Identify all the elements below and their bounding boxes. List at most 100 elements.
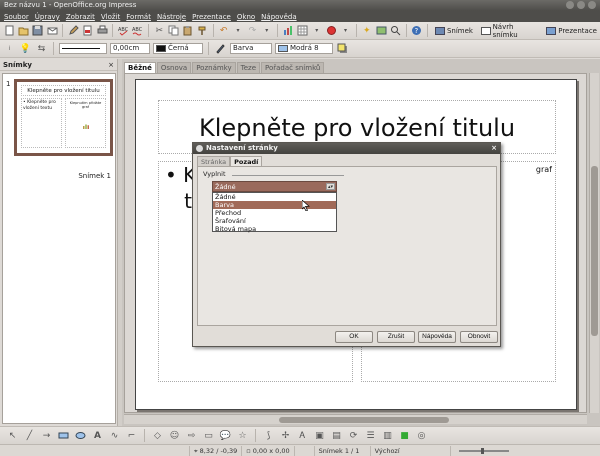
undo-dropdown-icon[interactable]: ▾ xyxy=(232,24,244,37)
undo-icon[interactable]: ↶ xyxy=(217,24,229,37)
tab-background[interactable]: Pozadí xyxy=(230,156,263,166)
reset-button[interactable]: Obnovit xyxy=(460,331,498,343)
menu-napoveda[interactable]: Nápověda xyxy=(261,13,296,21)
chart-icon[interactable] xyxy=(282,24,294,37)
shadow-icon[interactable] xyxy=(336,42,349,55)
email-icon[interactable] xyxy=(46,24,58,37)
horizontal-scroll-thumb[interactable] xyxy=(279,417,449,423)
points-icon[interactable]: ⟆ xyxy=(262,429,275,442)
open-icon[interactable] xyxy=(17,24,29,37)
table-icon[interactable] xyxy=(296,24,308,37)
zoom-icon[interactable] xyxy=(389,24,401,37)
navigator-icon[interactable]: ✦ xyxy=(361,24,373,37)
help-icon[interactable]: ? xyxy=(411,24,423,37)
menu-format[interactable]: Formát xyxy=(126,13,151,21)
clone-format-icon[interactable] xyxy=(196,24,208,37)
basic-shapes-icon[interactable]: ◇ xyxy=(151,429,164,442)
maximize-icon[interactable] xyxy=(577,1,585,9)
flowchart-icon[interactable]: ▭ xyxy=(202,429,215,442)
tab-normal[interactable]: Běžné xyxy=(124,62,156,73)
connector-icon[interactable]: ⌐ xyxy=(125,429,138,442)
slides-pane-close-icon[interactable]: × xyxy=(108,59,114,71)
text-icon[interactable]: A xyxy=(91,429,104,442)
line-arrow-icon[interactable]: → xyxy=(40,429,53,442)
gallery-icon[interactable] xyxy=(375,24,387,37)
align-icon[interactable]: ☰ xyxy=(364,429,377,442)
tab-handout[interactable]: Teze xyxy=(236,62,260,73)
save-icon[interactable] xyxy=(32,24,44,37)
redo-icon[interactable]: ↷ xyxy=(246,24,258,37)
draw-dropdown-icon[interactable]: ▾ xyxy=(339,24,351,37)
menu-zobrazit[interactable]: Zobrazit xyxy=(66,13,95,21)
close-window-icon[interactable] xyxy=(588,1,596,9)
ellipse-icon[interactable] xyxy=(74,429,87,442)
option-none[interactable]: Žádné xyxy=(213,193,336,201)
print-icon[interactable] xyxy=(96,24,108,37)
extrusion-icon[interactable]: ■ xyxy=(398,429,411,442)
menu-vlozit[interactable]: Vložit xyxy=(101,13,120,21)
tab-notes[interactable]: Poznámky xyxy=(192,62,236,73)
menu-prezentace[interactable]: Prezentace xyxy=(192,13,231,21)
horizontal-scrollbar[interactable] xyxy=(124,414,587,424)
slideshow-button[interactable]: Prezentace xyxy=(543,24,600,38)
line-style-select[interactable] xyxy=(59,43,107,54)
zoom-slider-track[interactable] xyxy=(458,447,509,454)
table-dropdown-icon[interactable]: ▾ xyxy=(311,24,323,37)
menu-okno[interactable]: Okno xyxy=(237,13,255,21)
tab-outline[interactable]: Osnova xyxy=(156,62,192,73)
menu-upravy[interactable]: Úpravy xyxy=(35,13,60,21)
spellcheck-icon[interactable]: ABC xyxy=(117,24,129,37)
slide-button[interactable]: Snímek xyxy=(432,24,476,38)
ok-button[interactable]: OK xyxy=(335,331,373,343)
glue-points-icon[interactable]: ✢ xyxy=(279,429,292,442)
animation-icon[interactable]: ◎ xyxy=(415,429,428,442)
slide-thumbnail[interactable]: Klepněte pro vložení titulu • Klepněte p… xyxy=(14,79,113,156)
fill-type-select[interactable]: Žádné ▴▾ xyxy=(212,181,337,192)
menu-soubor[interactable]: Soubor xyxy=(4,13,29,21)
autospell-icon[interactable]: ABC xyxy=(132,24,144,37)
paste-icon[interactable] xyxy=(182,24,194,37)
bulb-icon[interactable]: 💡 xyxy=(19,42,32,55)
vertical-scrollbar[interactable] xyxy=(589,73,599,413)
curve-icon[interactable]: ∿ xyxy=(108,429,121,442)
minimize-icon[interactable] xyxy=(566,1,574,9)
chevron-down-icon[interactable]: ▴▾ xyxy=(326,183,335,190)
help-button[interactable]: Nápověda xyxy=(418,331,456,343)
pdf-export-icon[interactable] xyxy=(82,24,94,37)
cut-icon[interactable]: ✂ xyxy=(153,24,165,37)
area-color-select[interactable]: Modrá 8 xyxy=(275,43,333,54)
arrange-icon[interactable]: ▥ xyxy=(381,429,394,442)
stars-icon[interactable]: ☆ xyxy=(236,429,249,442)
line-icon[interactable]: ╱ xyxy=(23,429,36,442)
line-color-select[interactable]: Černá xyxy=(153,43,203,54)
gallery-draw-icon[interactable]: ▤ xyxy=(330,429,343,442)
copy-icon[interactable] xyxy=(167,24,179,37)
option-color[interactable]: Barva xyxy=(213,201,336,209)
edit-file-icon[interactable] xyxy=(67,24,79,37)
cancel-button[interactable]: Zrušit xyxy=(377,331,415,343)
vertical-scroll-thumb[interactable] xyxy=(591,166,598,336)
zoom-slider[interactable] xyxy=(451,446,517,456)
tab-page[interactable]: Stránka xyxy=(197,156,231,166)
menu-nastroje[interactable]: Nástroje xyxy=(157,13,186,21)
callouts-icon[interactable]: 💬 xyxy=(219,429,232,442)
slide-design-button[interactable]: Návrh snímku xyxy=(478,23,541,39)
select-icon[interactable]: ↖ xyxy=(6,429,19,442)
from-file-icon[interactable]: ▣ xyxy=(313,429,326,442)
fontwork-icon[interactable]: Ꭺ xyxy=(296,429,309,442)
block-arrows-icon[interactable]: ⇨ xyxy=(185,429,198,442)
area-icon[interactable] xyxy=(214,42,227,55)
option-bitmap[interactable]: Bitová mapa xyxy=(213,225,336,233)
slides-list[interactable]: 1 Klepněte pro vložení titulu • Klepněte… xyxy=(2,73,116,424)
tab-slide-sorter[interactable]: Pořadač snímků xyxy=(261,62,325,73)
symbol-shapes-icon[interactable]: ☺ xyxy=(168,429,181,442)
option-gradient[interactable]: Přechod xyxy=(213,209,336,217)
line-width-field[interactable]: 0,00cm xyxy=(110,43,150,54)
draw-functions-icon[interactable] xyxy=(325,24,337,37)
rectangle-icon[interactable] xyxy=(57,429,70,442)
new-document-icon[interactable] xyxy=(3,24,15,37)
area-style-select[interactable]: Barva xyxy=(230,43,272,54)
redo-dropdown-icon[interactable]: ▾ xyxy=(261,24,273,37)
dialog-close-icon[interactable]: × xyxy=(491,143,497,154)
option-hatching[interactable]: Šrafování xyxy=(213,217,336,225)
